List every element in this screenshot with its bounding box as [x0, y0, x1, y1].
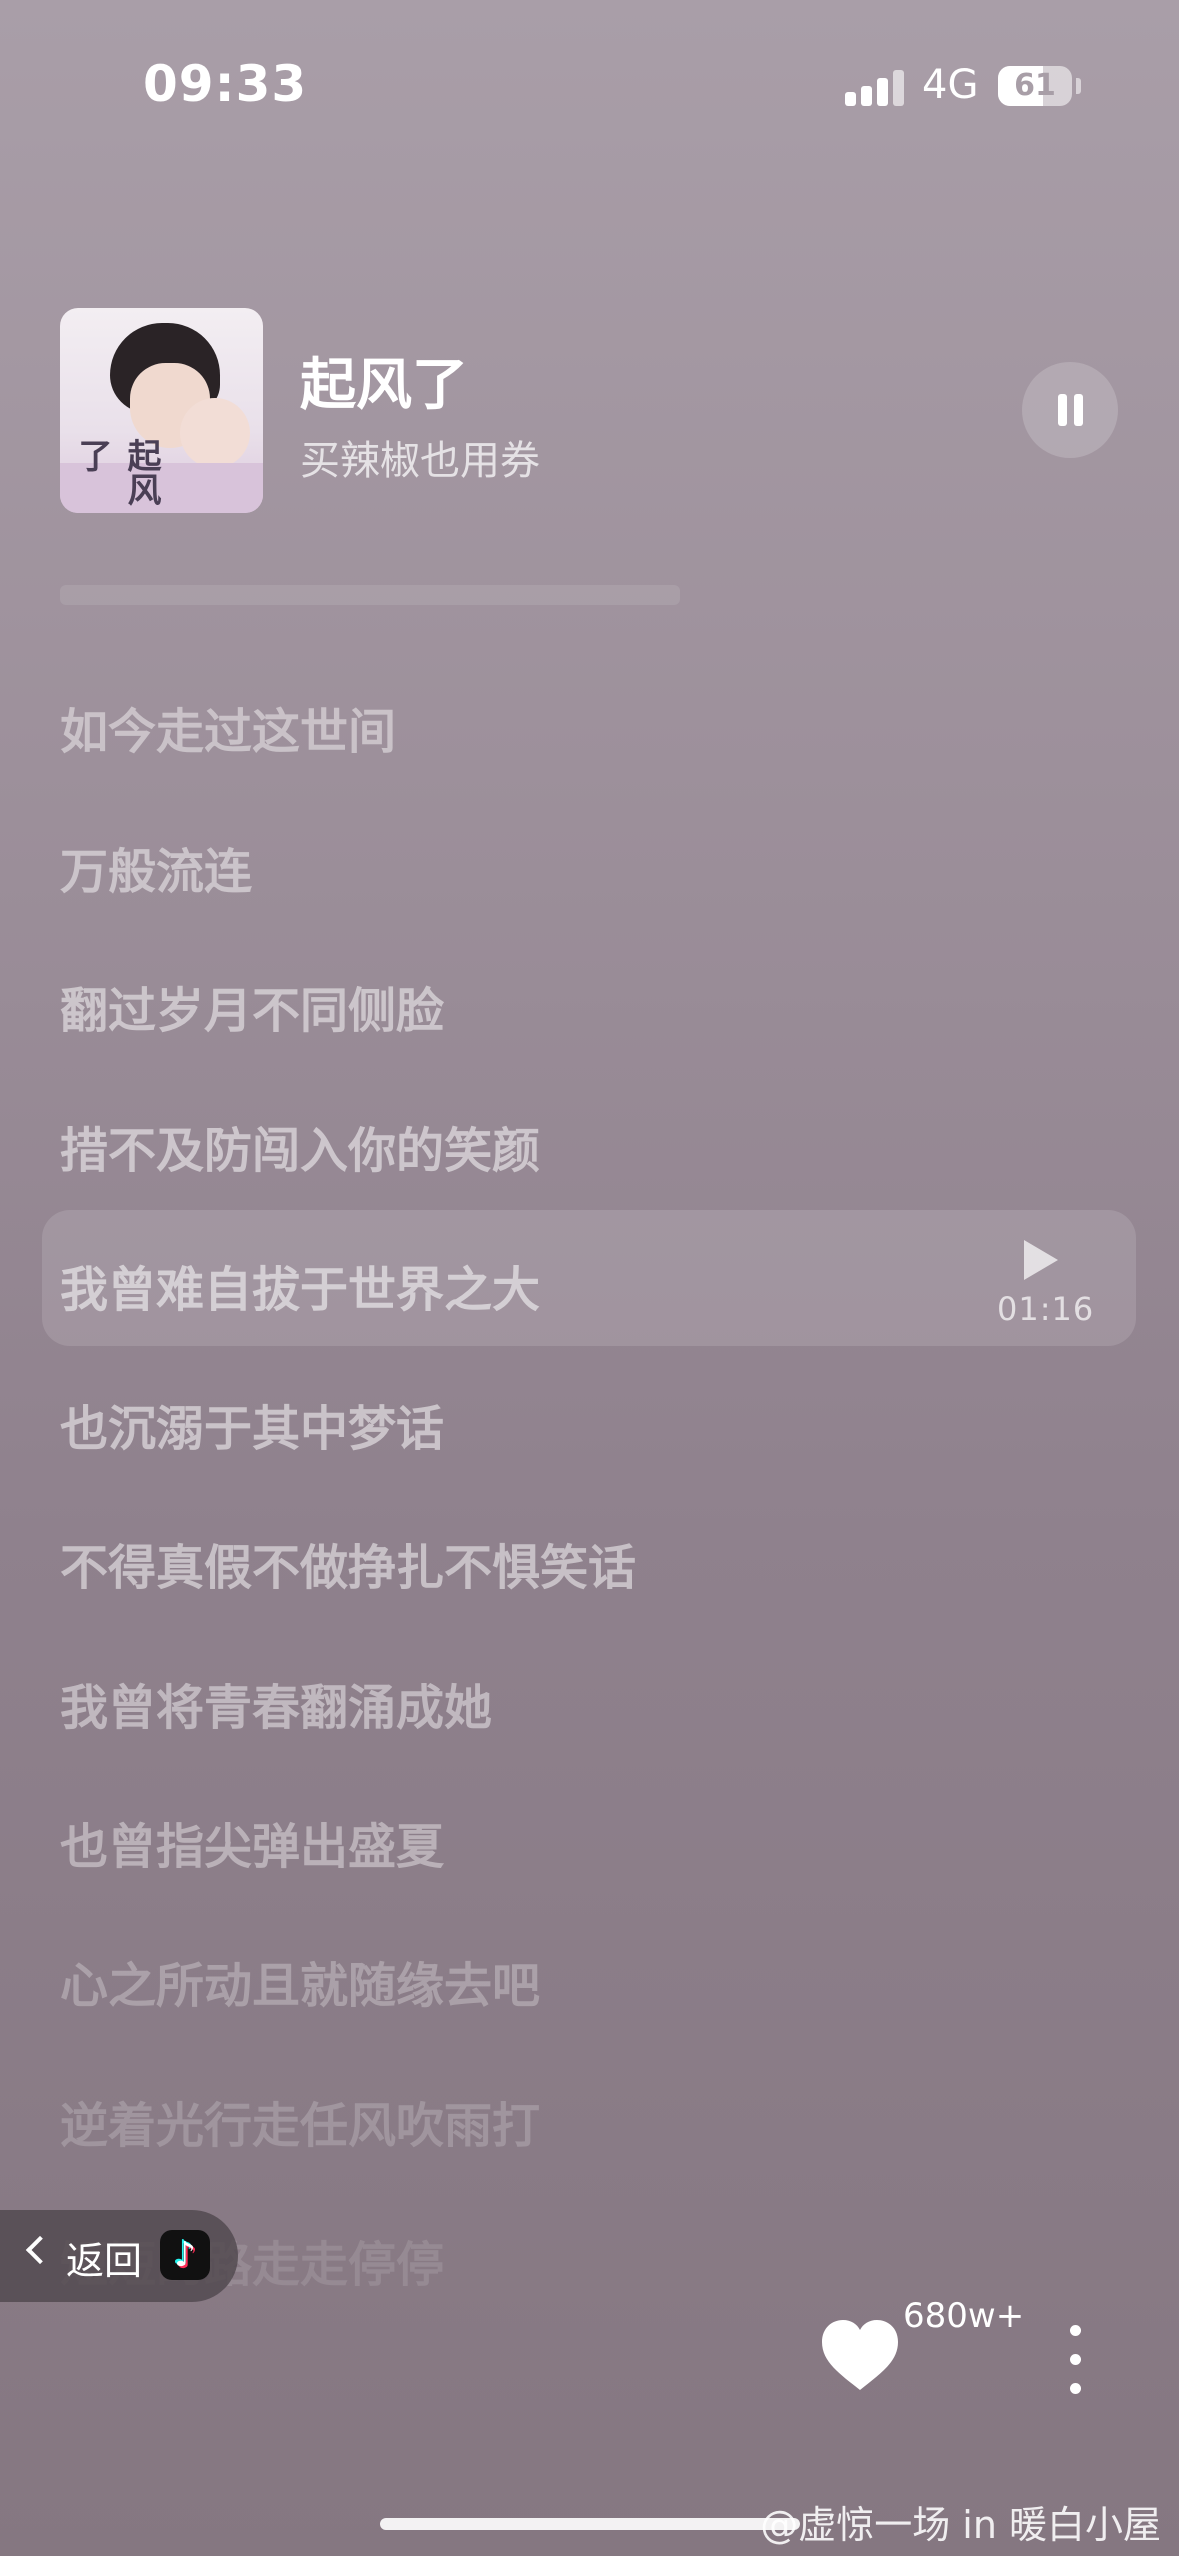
lyrics-list[interactable]: 01:16 如今走过这世间 万般流连 翻过岁月不同侧脸 措不及防闯入你的笑颜 我… — [0, 0, 1179, 2556]
lyric-timestamp: 01:16 — [997, 1290, 1095, 1328]
lyric-line[interactable]: 我曾难自拔于世界之大 — [60, 1250, 540, 1320]
home-indicator[interactable] — [380, 2518, 800, 2530]
chevron-left-icon — [25, 2235, 55, 2265]
lyric-line[interactable]: 也沉溺于其中梦话 — [60, 1389, 444, 1459]
lyric-line[interactable]: 如今走过这世间 — [60, 692, 396, 762]
heart-icon[interactable] — [820, 2318, 900, 2392]
watermark: @虚惊一场 in 暖白小屋 — [760, 2503, 1161, 2547]
more-options-icon[interactable] — [1060, 2325, 1092, 2395]
lyric-line[interactable]: 我曾将青春翻涌成她 — [60, 1668, 492, 1738]
lyric-line[interactable]: 逆着光行走任风吹雨打 — [60, 2086, 540, 2156]
lyric-line[interactable]: 措不及防闯入你的笑颜 — [60, 1111, 540, 1181]
lyric-line[interactable]: 心之所动且就随缘去吧 — [60, 1946, 540, 2016]
tiktok-icon: ♪ — [160, 2230, 210, 2280]
back-button[interactable]: 返回 ♪ — [0, 2210, 238, 2302]
lyric-line[interactable]: 不得真假不做挣扎不惧笑话 — [60, 1528, 636, 1598]
lyric-line[interactable]: 翻过岁月不同侧脸 — [60, 971, 444, 1041]
faded-lyric-line — [60, 585, 680, 605]
back-label: 返回 — [66, 2239, 143, 2283]
like-count: 680w+ — [903, 2296, 1025, 2336]
lyric-line[interactable]: 万般流连 — [60, 832, 252, 902]
lyric-line[interactable]: 也曾指尖弹出盛夏 — [60, 1807, 444, 1877]
play-from-line-icon[interactable] — [1024, 1240, 1058, 1280]
